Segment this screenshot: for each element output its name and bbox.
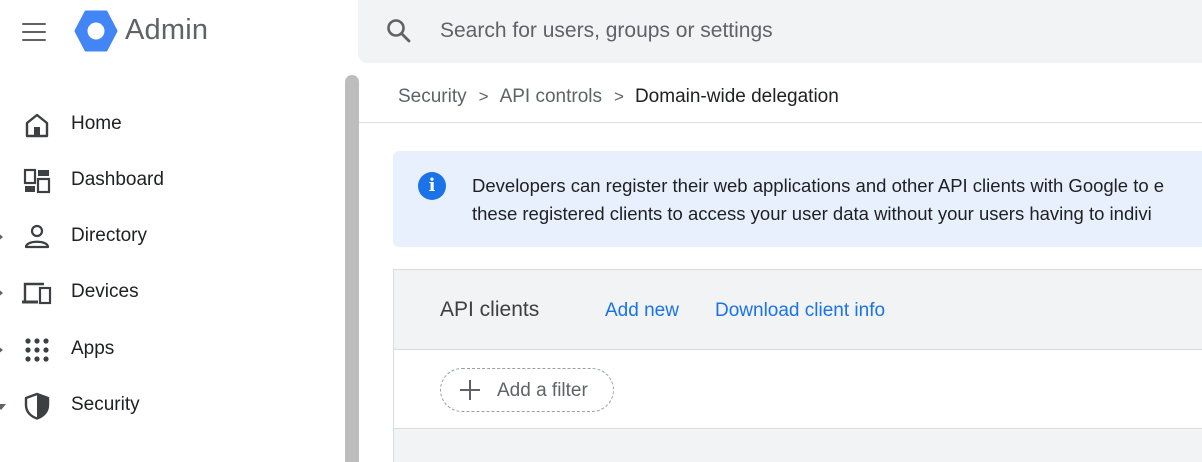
collapse-arrow-icon[interactable] <box>0 404 6 410</box>
sidebar-item-label: Directory <box>71 225 148 246</box>
sidebar-nav: Home Dashboard Directory Devices Apps Se… <box>0 64 345 462</box>
breadcrumb-current-page: Domain-wide delegation <box>634 86 839 107</box>
sidebar-item-label: Apps <box>71 338 115 359</box>
apps-grid-icon <box>25 338 49 362</box>
sidebar-item-directory[interactable]: Directory <box>0 212 330 262</box>
sidebar-item-label: Dashboard <box>71 169 164 190</box>
google-admin-logo-icon[interactable] <box>74 10 118 52</box>
add-new-link[interactable]: Add new <box>605 300 679 322</box>
info-banner-line: Developers can register their web applic… <box>472 175 1165 196</box>
plus-icon <box>460 380 480 400</box>
app-title[interactable]: Admin <box>125 14 208 47</box>
breadcrumb: Security > API controls > Domain-wide delega… <box>398 86 839 108</box>
hamburger-menu-icon[interactable] <box>20 20 48 44</box>
sidebar-item-home[interactable]: Home <box>0 100 330 150</box>
search-bar[interactable] <box>358 0 1202 63</box>
breadcrumb-item-api-controls[interactable]: API controls <box>500 86 602 107</box>
sidebar-item-devices[interactable]: Devices <box>0 268 330 318</box>
sidebar-item-label: Home <box>71 113 122 134</box>
table-header-row <box>394 428 1202 462</box>
sidebar-item-dashboard[interactable]: Dashboard <box>0 156 330 206</box>
info-banner: i Developers can register their web appl… <box>393 151 1202 247</box>
api-clients-header: API clients Add new Download client info <box>394 270 1202 350</box>
add-filter-button[interactable]: Add a filter <box>440 368 614 412</box>
api-clients-card: API clients Add new Download client info… <box>393 269 1202 462</box>
add-filter-label: Add a filter <box>497 380 588 401</box>
api-clients-title: API clients <box>440 298 540 321</box>
info-banner-line: these registered clients to access your … <box>472 203 1152 224</box>
sidebar-item-label: Security <box>71 394 140 415</box>
breadcrumb-item-security[interactable]: Security <box>398 86 467 107</box>
expand-arrow-icon[interactable] <box>0 232 3 242</box>
sidebar-item-apps[interactable]: Apps <box>0 325 330 375</box>
breadcrumb-separator: > <box>614 87 624 106</box>
expand-arrow-icon[interactable] <box>0 345 3 355</box>
home-icon <box>25 113 49 138</box>
info-banner-text: Developers can register their web applic… <box>472 172 1202 228</box>
shield-icon <box>24 392 50 420</box>
sidebar-item-label: Devices <box>71 281 139 302</box>
person-icon <box>24 224 50 249</box>
dashboard-icon <box>23 168 51 194</box>
breadcrumb-separator: > <box>478 87 489 106</box>
sidebar-scrollbar[interactable] <box>345 75 359 462</box>
search-input[interactable] <box>440 14 1180 48</box>
top-app-bar: Admin <box>0 0 1202 64</box>
devices-icon <box>22 282 52 305</box>
info-icon: i <box>418 172 446 200</box>
header-divider <box>359 122 1202 123</box>
expand-arrow-icon[interactable] <box>0 288 3 298</box>
sidebar-item-security[interactable]: Security <box>0 381 330 431</box>
download-client-info-link[interactable]: Download client info <box>715 300 885 322</box>
search-icon[interactable] <box>385 17 413 45</box>
